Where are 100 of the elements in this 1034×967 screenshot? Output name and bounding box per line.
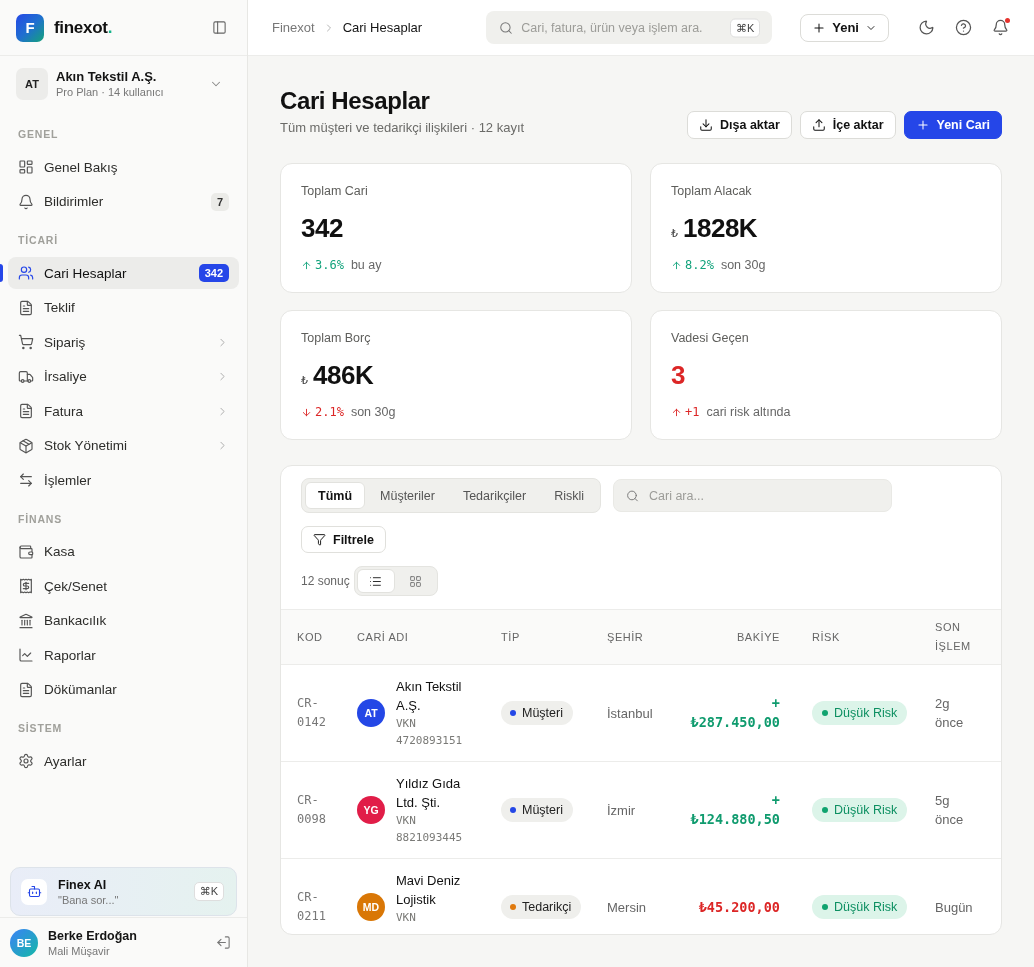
nav-item[interactable]: Genel Bakış bbox=[8, 151, 239, 183]
breadcrumb-current: Cari Hesaplar bbox=[342, 20, 423, 35]
shortcut-key: ⌘K bbox=[193, 882, 224, 901]
filter-tab[interactable]: Tedarikçiler bbox=[449, 482, 540, 509]
assistant-card[interactable]: Finex AI "Bana sor..." ⌘K bbox=[10, 867, 237, 916]
city: Mersin bbox=[607, 899, 646, 915]
grid-icon bbox=[409, 574, 423, 588]
new-button[interactable]: Yeni bbox=[800, 13, 889, 42]
sidebar-toggle-icon[interactable] bbox=[212, 20, 227, 35]
count-badge: 342 bbox=[198, 264, 229, 282]
column-header: SON İŞLEM bbox=[935, 620, 972, 654]
risk-label: Düşük Risk bbox=[834, 803, 898, 817]
bell-icon bbox=[18, 193, 34, 210]
settings-icon bbox=[18, 753, 34, 769]
receipt-icon bbox=[18, 578, 34, 594]
help-icon[interactable] bbox=[955, 19, 972, 36]
filter-tab[interactable]: Tümü bbox=[305, 482, 366, 509]
filter-tab[interactable]: Riskli bbox=[541, 482, 597, 509]
status-dot bbox=[822, 904, 828, 910]
active-indicator bbox=[0, 264, 3, 282]
account-code: CR-0211 bbox=[297, 889, 327, 925]
nav-item[interactable]: Bildirimler 7 bbox=[8, 185, 239, 218]
dashboard-icon bbox=[18, 159, 34, 175]
user-name: Berke Erdoğan bbox=[48, 927, 137, 944]
nav-item[interactable]: İşlemler bbox=[8, 464, 239, 496]
company-avatar: AT bbox=[16, 68, 48, 100]
nav-item[interactable]: Kasa bbox=[8, 535, 239, 568]
logout-icon[interactable] bbox=[216, 935, 231, 950]
last-activity: 5g önce bbox=[935, 792, 965, 829]
stat-label: Toplam Cari bbox=[301, 183, 368, 199]
stat-change: 8.2% bbox=[685, 258, 714, 272]
tax-id: VKN bbox=[396, 910, 416, 926]
section-label: FİNANS bbox=[18, 512, 63, 525]
page-subtitle: Tüm müşteri ve tedarikçi ilişkileri · 12 kayıt bbox=[280, 119, 525, 137]
risk-label: Düşük Risk bbox=[834, 706, 898, 720]
type-label: Tedarikçi bbox=[522, 900, 572, 914]
action-button[interactable]: İçe aktar bbox=[799, 111, 896, 139]
plus-icon bbox=[915, 118, 930, 132]
account-name: Akın Tekstil A.Ş. bbox=[396, 678, 463, 715]
nav-item[interactable]: Sipariş bbox=[8, 326, 239, 358]
account-avatar: MD bbox=[357, 893, 385, 921]
line-chart-icon bbox=[18, 647, 34, 663]
shortcut-key: ⌘K bbox=[729, 18, 761, 37]
column-header: CARİ ADI bbox=[357, 629, 409, 645]
stat-value: 342 bbox=[301, 212, 343, 244]
nav-item[interactable]: İrsaliye bbox=[8, 360, 239, 393]
stat-note: son 30g bbox=[350, 405, 396, 419]
stat-change: +1 bbox=[685, 405, 700, 419]
breadcrumb-link[interactable]: Finexot bbox=[272, 20, 315, 35]
nav-item[interactable]: Stok Yönetimi bbox=[8, 429, 239, 462]
users-icon bbox=[18, 265, 34, 281]
section-label: SİSTEM bbox=[18, 722, 63, 734]
stat-change: 2.1% bbox=[315, 405, 344, 419]
bell-icon[interactable] bbox=[992, 19, 1009, 36]
result-count: 12 sonuç bbox=[301, 574, 350, 588]
stat-change: 3.6% bbox=[315, 258, 344, 272]
nav-item[interactable]: Dökümanlar bbox=[8, 673, 239, 706]
assistant-subtitle: "Bana sor..." bbox=[58, 892, 119, 907]
balance-amount: + ₺287.450,00 bbox=[689, 694, 780, 732]
logo-mark: F bbox=[16, 13, 44, 42]
user-role: Mali Müşavir bbox=[48, 943, 110, 958]
filter-button[interactable]: Filtrele bbox=[301, 526, 386, 553]
column-header: RİSK bbox=[812, 629, 840, 645]
list-icon bbox=[369, 574, 383, 588]
section-label: TİCARİ bbox=[18, 234, 59, 246]
nav-item[interactable]: Teklif bbox=[8, 291, 239, 324]
risk-label: Düşük Risk bbox=[834, 900, 898, 914]
assistant-title: Finex AI bbox=[58, 876, 107, 893]
brand-name: finexot. bbox=[54, 17, 113, 38]
robot-icon bbox=[21, 878, 47, 905]
status-dot bbox=[822, 807, 828, 813]
action-button[interactable]: Yeni Cari bbox=[903, 111, 1002, 139]
company-plan: Pro Plan · 14 kullanıcı bbox=[56, 85, 164, 99]
status-dot bbox=[822, 710, 828, 716]
account-name: Yıldız Gıda Ltd. Şti. bbox=[396, 775, 462, 812]
page-title: Cari Hesaplar bbox=[280, 86, 431, 116]
nav-item[interactable]: Raporlar bbox=[8, 639, 239, 671]
moon-icon[interactable] bbox=[918, 19, 935, 36]
wallet-icon bbox=[18, 543, 34, 560]
tax-id: VKN 8821093445 bbox=[396, 813, 464, 846]
search-field[interactable]: Cari ara... bbox=[613, 479, 892, 512]
nav-item[interactable]: Ayarlar bbox=[8, 745, 239, 777]
filter-tab[interactable]: Müşteriler bbox=[367, 482, 448, 509]
type-label: Müşteri bbox=[522, 803, 563, 817]
company-switcher[interactable]: AT Akın Tekstil A.Ş. Pro Plan · 14 kullanıcı bbox=[16, 68, 231, 100]
stat-label: Toplam Alacak bbox=[671, 183, 752, 199]
action-button[interactable]: Dışa aktar bbox=[687, 111, 792, 139]
currency-symbol: ₺ bbox=[671, 227, 678, 240]
nav-item[interactable]: Fatura bbox=[8, 395, 239, 427]
stat-note: cari risk altında bbox=[706, 405, 791, 419]
upload-icon bbox=[811, 118, 826, 132]
nav-item[interactable]: Bankacılık bbox=[8, 604, 239, 637]
arrows-icon bbox=[18, 472, 34, 488]
nav-item[interactable]: Çek/Senet bbox=[8, 570, 239, 602]
box-icon bbox=[18, 437, 34, 454]
view-button[interactable] bbox=[356, 569, 395, 593]
user-avatar: BE bbox=[10, 928, 38, 957]
stat-note: son 30g bbox=[720, 258, 766, 272]
city: İstanbul bbox=[607, 705, 653, 721]
column-header: BAKİYE bbox=[736, 629, 780, 645]
